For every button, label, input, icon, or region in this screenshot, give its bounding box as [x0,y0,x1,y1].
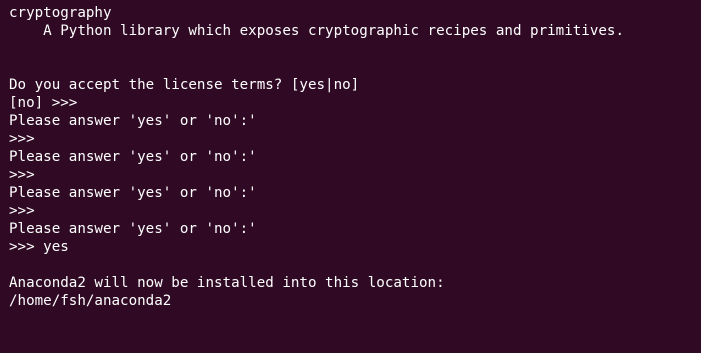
package-name-line: cryptography [9,5,112,21]
answer-warning-line: Please answer 'yes' or 'no':' [9,185,257,201]
install-path-line: /home/fsh/anaconda2 [9,293,172,309]
answer-warning-line: Please answer 'yes' or 'no':' [9,149,257,165]
default-prompt-line: [no] >>> [9,95,78,111]
answer-warning-line: Please answer 'yes' or 'no':' [9,221,257,237]
user-answer-line: >>> yes [9,239,69,255]
license-question-line: Do you accept the license terms? [yes|no… [9,77,360,93]
answer-warning-line: Please answer 'yes' or 'no':' [9,113,257,129]
prompt-line: >>> [9,203,35,219]
prompt-line: >>> [9,167,35,183]
install-location-message-line: Anaconda2 will now be installed into thi… [9,275,445,291]
prompt-line: >>> [9,131,35,147]
terminal-window[interactable]: cryptography A Python library which expo… [0,0,701,353]
package-description-line: A Python library which exposes cryptogra… [9,23,624,39]
